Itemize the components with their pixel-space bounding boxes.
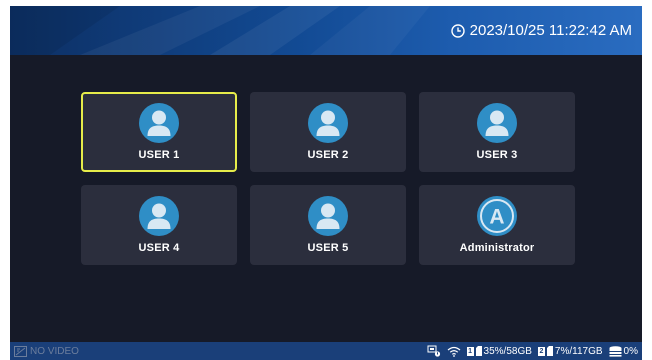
admin-avatar-icon: A (477, 196, 517, 236)
user-tile-3[interactable]: USER 3 (419, 92, 575, 172)
datetime-text: 2023/10/25 11:22:42 AM (469, 22, 632, 39)
wifi-icon (447, 346, 460, 357)
user-tile-4[interactable]: USER 4 (81, 185, 237, 265)
admin-tile[interactable]: A Administrator (419, 185, 575, 265)
user-tile-label: USER 5 (307, 242, 349, 254)
admin-letter: A (489, 206, 504, 229)
user-tile-1[interactable]: USER 1 (81, 92, 237, 172)
hdd-text: 0% (623, 345, 638, 357)
video-status: NO VIDEO (14, 345, 79, 357)
user-avatar-icon (308, 103, 348, 143)
no-video-icon (14, 345, 27, 357)
user-tile-label: USER 2 (307, 149, 349, 161)
user-tile-5[interactable]: USER 5 (250, 185, 406, 265)
storage-1-text: 35%/58GB (483, 345, 532, 357)
user-tile-label: USER 4 (138, 242, 180, 254)
storage-2: 2 7%/117GB (537, 345, 603, 357)
user-tile-label: Administrator (459, 242, 535, 254)
header-bar: 2023/10/25 11:22:42 AM (10, 6, 642, 55)
login-screen: 2023/10/25 11:22:42 AM USER 1 USER 2 USE… (10, 6, 642, 360)
storage-1-badge: 1 (466, 346, 474, 356)
video-status-text: NO VIDEO (30, 345, 79, 357)
storage-1: 1 35%/58GB (466, 345, 532, 357)
status-bar: NO VIDEO 1 35%/58GB 2 7%/117GB 0% (10, 342, 642, 360)
datetime-display: 2023/10/25 11:22:42 AM (450, 6, 632, 55)
hard-drive-icon (609, 345, 622, 357)
sd-card-icon (546, 346, 553, 356)
user-avatar-icon (308, 196, 348, 236)
user-avatar-icon (477, 103, 517, 143)
user-tile-2[interactable]: USER 2 (250, 92, 406, 172)
storage-2-text: 7%/117GB (554, 345, 603, 357)
sd-card-icon (475, 346, 482, 356)
hdd-status: 0% (609, 346, 638, 357)
clock-icon (450, 23, 465, 38)
user-avatar-icon (139, 103, 179, 143)
network-device-icon (427, 345, 440, 357)
user-avatar-icon (139, 196, 179, 236)
user-tile-label: USER 3 (476, 149, 518, 161)
storage-2-badge: 2 (537, 346, 545, 356)
user-tile-label: USER 1 (138, 149, 180, 161)
